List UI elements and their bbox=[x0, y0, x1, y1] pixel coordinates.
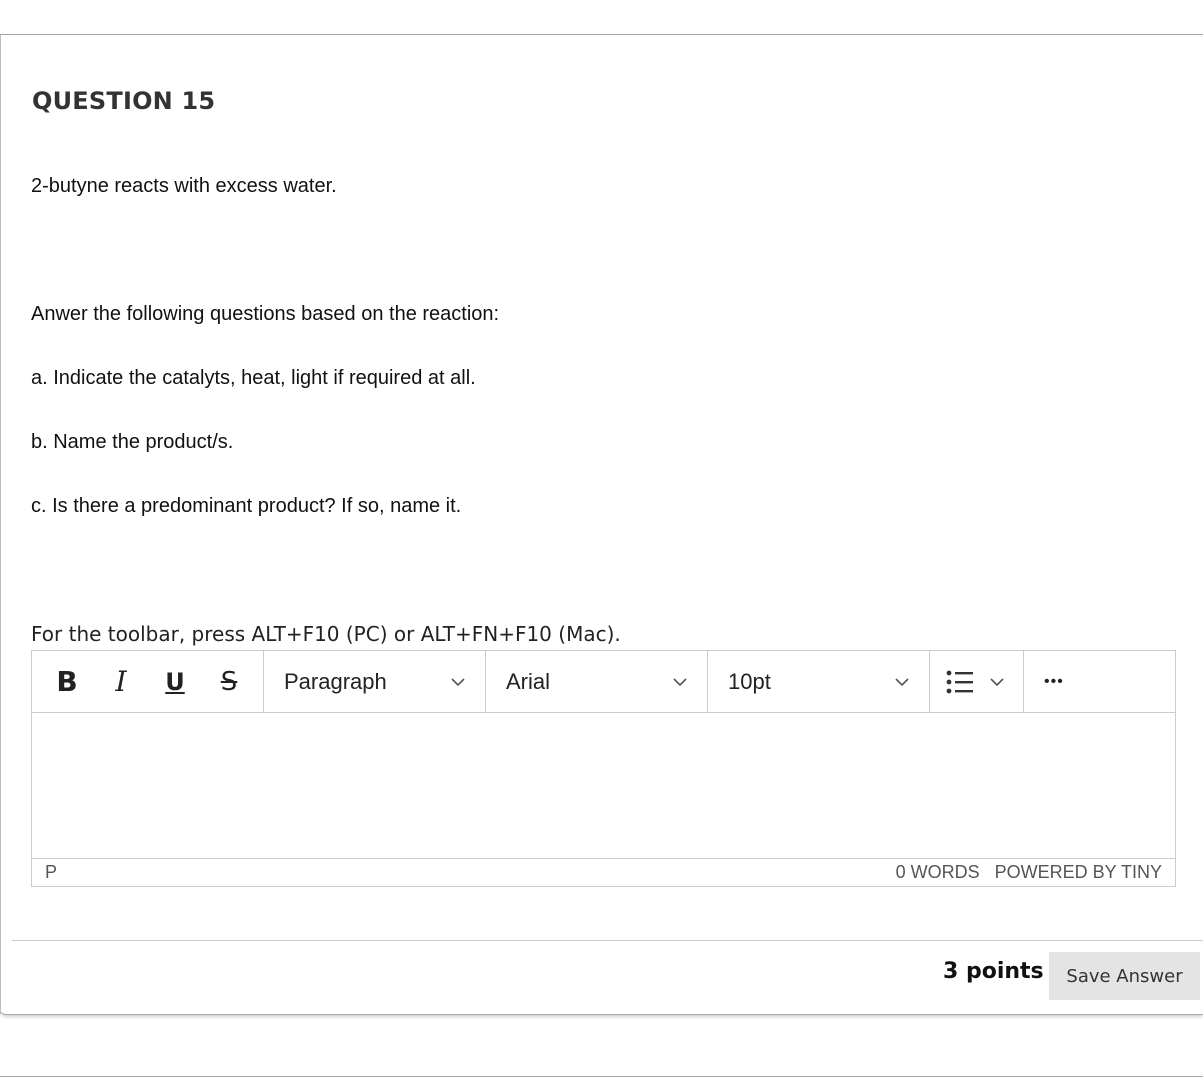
powered-by-link[interactable]: POWERED BY TINY bbox=[995, 862, 1162, 882]
strikethrough-icon: S bbox=[220, 666, 238, 697]
element-path[interactable]: P bbox=[45, 862, 57, 883]
italic-icon: I bbox=[115, 665, 127, 698]
font-size-value: 10pt bbox=[728, 668, 771, 694]
question-line: b. Name the product/s. bbox=[31, 431, 234, 453]
bullet-list-icon bbox=[946, 670, 973, 693]
font-family-value: Arial bbox=[506, 668, 551, 694]
points-label: 3 points bbox=[943, 959, 1044, 984]
footer-divider bbox=[12, 940, 1203, 941]
chevron-down-icon bbox=[990, 677, 1004, 686]
toolbar-hint: For the toolbar, press ALT+F10 (PC) or A… bbox=[31, 622, 621, 646]
question-line: c. Is there a predominant product? If so… bbox=[31, 495, 462, 517]
next-card-border bbox=[0, 1076, 1203, 1077]
more-icon: ••• bbox=[1044, 672, 1064, 690]
word-count[interactable]: 0 WORDS bbox=[896, 862, 980, 882]
rich-text-editor: B I U S Paragraph Arial 10pt ••• P 0 WOR… bbox=[31, 650, 1176, 887]
underline-button[interactable]: U bbox=[148, 651, 202, 712]
chevron-down-icon bbox=[673, 677, 687, 686]
chevron-down-icon bbox=[895, 677, 909, 686]
editor-statusbar: P 0 WORDS POWERED BY TINY bbox=[32, 858, 1175, 886]
strikethrough-button[interactable]: S bbox=[202, 651, 256, 712]
question-card: QUESTION 15 2-butyne reacts with excess … bbox=[0, 34, 1203, 1015]
editor-content-area[interactable] bbox=[32, 713, 1175, 857]
bold-button[interactable]: B bbox=[40, 651, 94, 712]
format-buttons-group: B I U S bbox=[32, 651, 264, 712]
block-format-select[interactable]: Paragraph bbox=[264, 651, 486, 712]
font-size-select[interactable]: 10pt bbox=[708, 651, 930, 712]
question-line: a. Indicate the catalyts, heat, light if… bbox=[31, 367, 476, 389]
chevron-down-icon bbox=[451, 677, 465, 686]
bold-icon: B bbox=[56, 665, 78, 698]
statusbar-right: 0 WORDS POWERED BY TINY bbox=[896, 862, 1162, 883]
underline-icon: U bbox=[165, 667, 185, 696]
font-family-select[interactable]: Arial bbox=[486, 651, 708, 712]
more-button[interactable]: ••• bbox=[1024, 651, 1155, 712]
save-answer-button[interactable]: Save Answer bbox=[1049, 952, 1200, 1000]
italic-button[interactable]: I bbox=[94, 651, 148, 712]
question-line: Anwer the following questions based on t… bbox=[31, 303, 500, 325]
block-format-value: Paragraph bbox=[284, 668, 387, 694]
editor-toolbar: B I U S Paragraph Arial 10pt ••• bbox=[32, 651, 1175, 713]
question-line: 2-butyne reacts with excess water. bbox=[31, 175, 337, 197]
question-title: QUESTION 15 bbox=[32, 87, 216, 115]
list-button[interactable] bbox=[930, 651, 1024, 712]
